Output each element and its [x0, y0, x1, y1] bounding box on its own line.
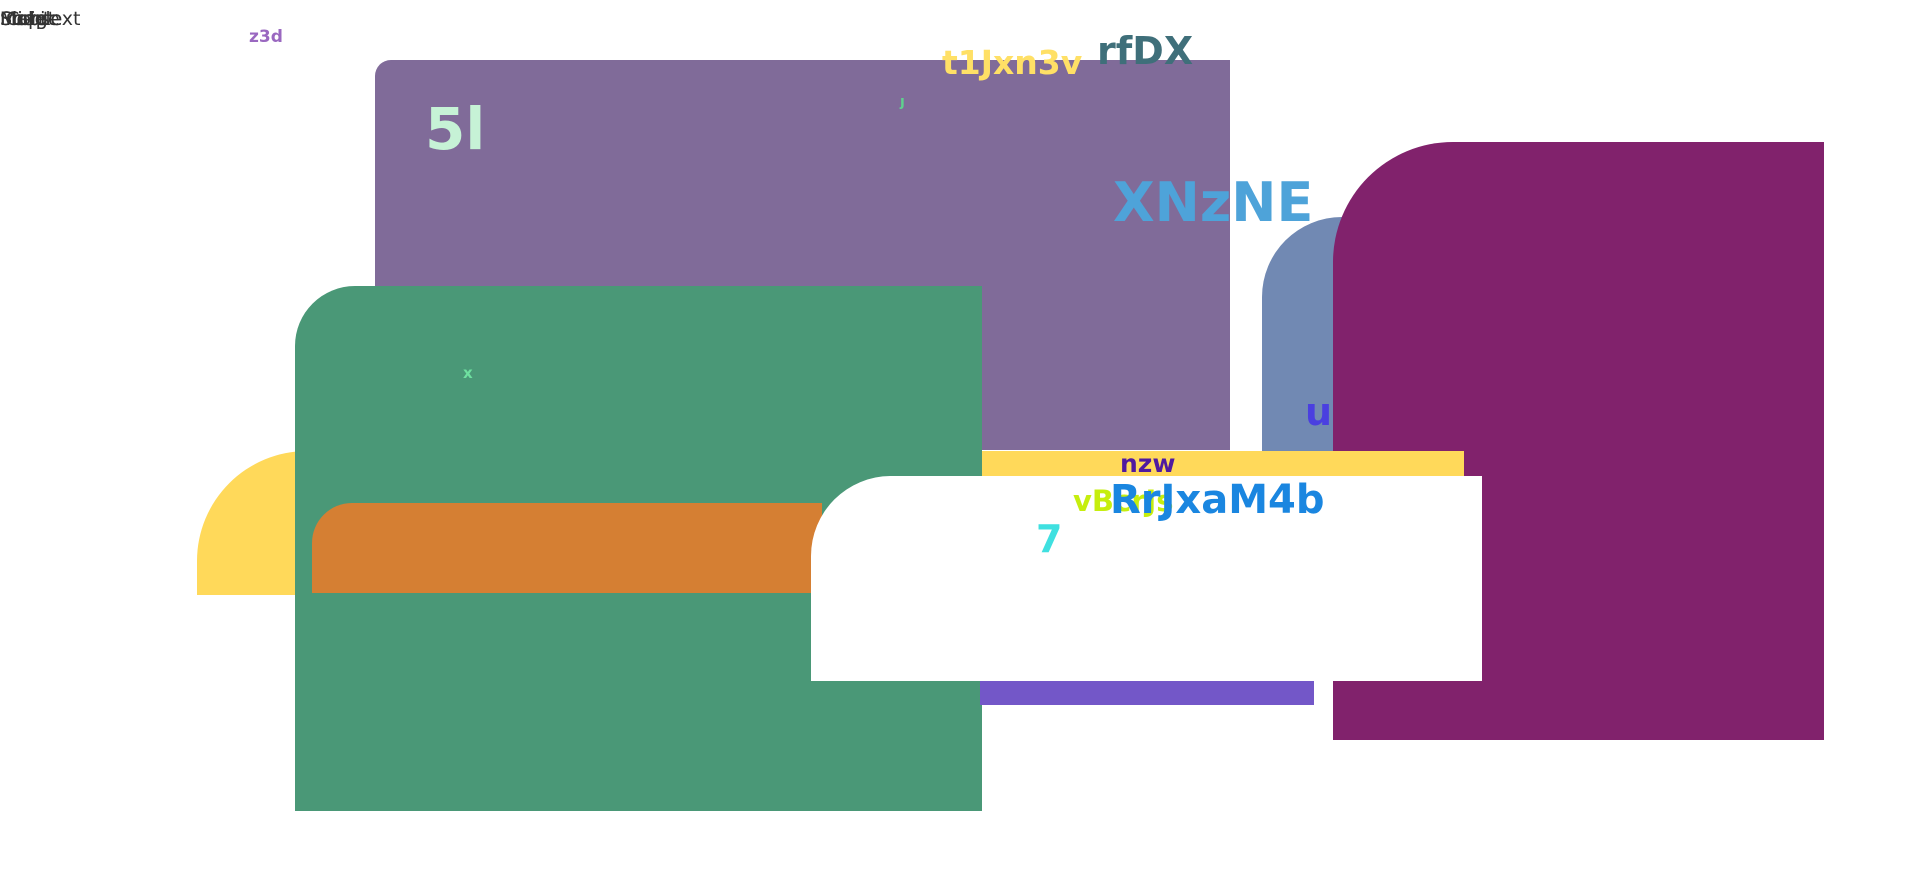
label-nzw: nzw [1120, 449, 1176, 478]
yellow-left-block [197, 451, 307, 595]
label-x: x [463, 364, 473, 382]
label-u: u [1305, 390, 1333, 434]
label-rfdx: rfDX [1097, 29, 1194, 73]
label-7: 7 [1036, 517, 1063, 561]
label-xnzne: XNzNE [1113, 171, 1314, 234]
label-rrjxam4b: RrJxaM4b [1110, 477, 1325, 523]
overlapping-labels: Image Maps Script Mobile Slide Context [0, 8, 120, 30]
label-z3d: z3d [249, 27, 283, 47]
label-t1jxn3v: t1Jxn3v [942, 43, 1083, 82]
label-tiny-j: ȷ [900, 94, 905, 110]
orange-strip [312, 503, 822, 593]
overlap-label-6: Context [6, 8, 81, 30]
label-5l: 5l [425, 95, 486, 163]
